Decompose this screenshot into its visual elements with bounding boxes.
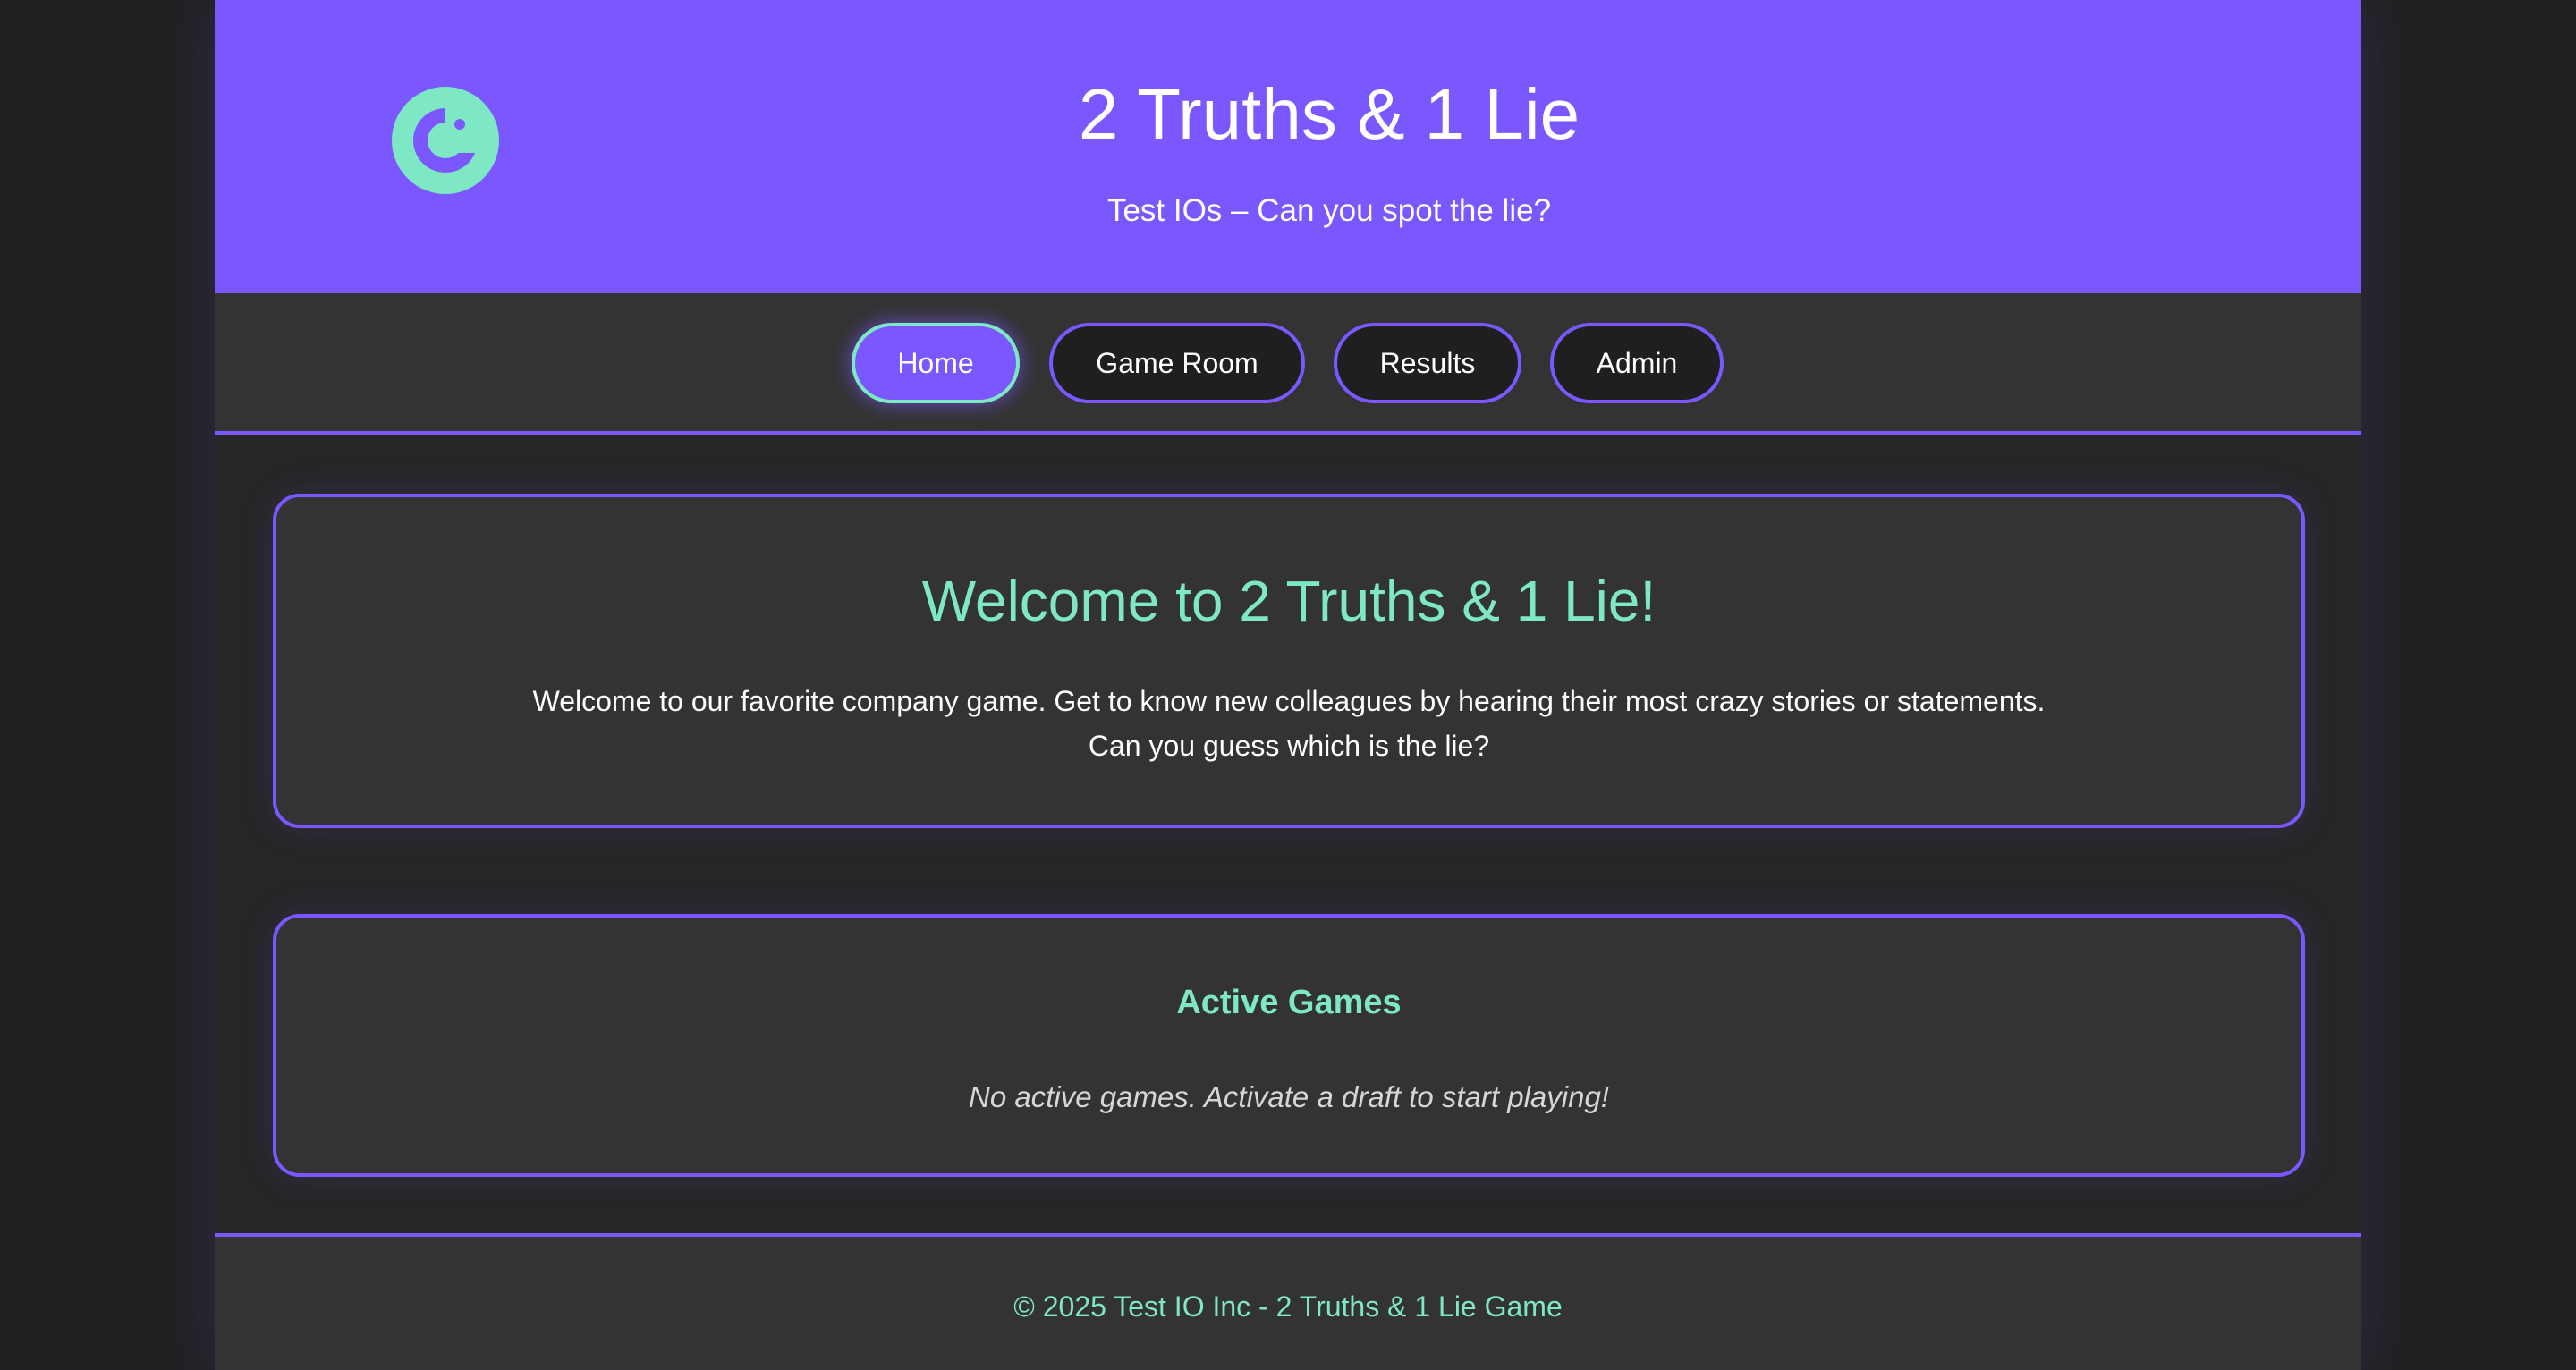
site-footer: © 2025 Test IO Inc - 2 Truths & 1 Lie Ga… bbox=[215, 1233, 2361, 1370]
nav-results-button[interactable]: Results bbox=[1334, 323, 1521, 403]
welcome-text-line-1: Welcome to our favorite company game. Ge… bbox=[532, 685, 2046, 717]
footer-copyright: © 2025 Test IO Inc - 2 Truths & 1 Lie Ga… bbox=[1013, 1290, 1563, 1323]
active-games-empty-message: No active games. Activate a draft to sta… bbox=[969, 1080, 1609, 1113]
nav-game-room-button[interactable]: Game Room bbox=[1049, 323, 1305, 403]
welcome-title: Welcome to 2 Truths & 1 Lie! bbox=[921, 569, 1657, 633]
site-subtitle: Test IOs – Can you spot the lie? bbox=[1106, 193, 1552, 228]
active-games-title: Active Games bbox=[1176, 984, 1402, 1021]
welcome-text-line-2: Can you guess which is the lie? bbox=[1088, 730, 1490, 762]
active-games-card: Active Games No active games. Activate a… bbox=[273, 914, 2305, 1177]
main-nav: Home Game Room Results Admin bbox=[215, 293, 2361, 435]
page-container: 2 Truths & 1 Lie Test IOs – Can you spot… bbox=[215, 0, 2361, 1370]
site-header: 2 Truths & 1 Lie Test IOs – Can you spot… bbox=[215, 0, 2361, 293]
nav-home-button[interactable]: Home bbox=[852, 323, 1020, 403]
welcome-text: Welcome to our favorite company game. Ge… bbox=[276, 679, 2301, 768]
nav-admin-button[interactable]: Admin bbox=[1550, 323, 1724, 403]
site-title: 2 Truths & 1 Lie bbox=[1078, 74, 1580, 154]
welcome-card: Welcome to 2 Truths & 1 Lie! Welcome to … bbox=[273, 494, 2305, 828]
